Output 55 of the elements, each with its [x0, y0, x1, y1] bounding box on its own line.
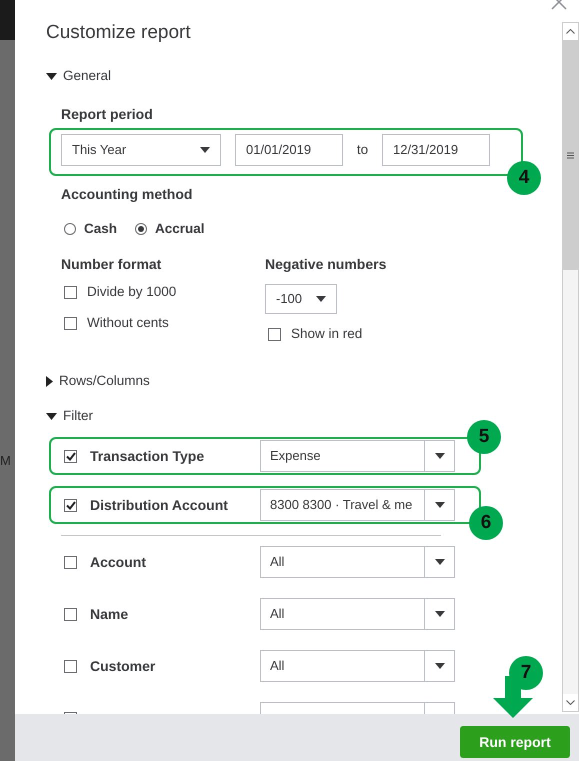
scroll-up-icon[interactable]	[566, 29, 575, 34]
filter-select[interactable]: Expense	[260, 440, 455, 472]
checkbox[interactable]	[64, 608, 77, 620]
filter-label: Transaction Type	[90, 446, 206, 466]
checkmark-icon	[66, 500, 76, 510]
caret-icon	[434, 611, 444, 617]
expanded-icon	[46, 412, 57, 420]
checkbox[interactable]	[268, 328, 281, 340]
radio-option[interactable]: Cash	[64, 219, 118, 239]
to-label: to	[356, 140, 370, 159]
filter-select[interactable]: All	[260, 598, 455, 630]
checkbox[interactable]	[64, 286, 77, 298]
caret-icon	[434, 453, 444, 459]
checkbox[interactable]	[64, 450, 77, 462]
checkbox[interactable]	[64, 316, 77, 330]
date-field[interactable]: 12/31/2019	[382, 134, 490, 166]
grip-icon	[567, 152, 574, 158]
date-field[interactable]: 01/01/2019	[235, 134, 343, 166]
caret-icon	[434, 663, 444, 669]
field-label: Negative numbers	[265, 255, 386, 274]
filter-label: Name	[90, 604, 130, 624]
checkbox[interactable]	[64, 660, 77, 672]
field-label: Number format	[61, 255, 162, 274]
dark-bar	[0, 0, 15, 40]
dialog-title: Customize report	[46, 21, 192, 45]
expanded-icon	[46, 72, 57, 80]
background-text: M	[0, 452, 12, 470]
caret-icon	[200, 147, 210, 153]
negative-select[interactable]: -100	[265, 284, 337, 314]
checkbox-option[interactable]: Without cents	[61, 313, 265, 333]
caret-icon	[434, 559, 444, 565]
filter-label: Distribution Account	[90, 496, 229, 514]
filter-select[interactable]: All	[260, 546, 455, 578]
caret-icon	[434, 502, 444, 508]
filter-select[interactable]: All	[260, 650, 455, 682]
period-select[interactable]: This Year	[61, 134, 221, 166]
filter-label: Customer	[90, 656, 156, 676]
filter-label: Account	[90, 552, 147, 572]
section-toggle[interactable]: Rows/Columns	[46, 371, 562, 391]
radio-option[interactable]: Accrual	[135, 219, 205, 239]
checkbox[interactable]	[64, 498, 77, 512]
field-label: Accounting method	[61, 185, 194, 204]
filter-select[interactable]: 8300 8300 · Travel & me	[260, 489, 455, 521]
scroll-down-icon[interactable]	[566, 700, 575, 705]
scrollbar[interactable]	[562, 22, 579, 712]
radio-button[interactable]	[64, 223, 76, 235]
field-label: Report period	[61, 105, 154, 124]
radio-button[interactable]	[135, 223, 148, 235]
checkbox-option[interactable]: Divide by 1000	[61, 282, 265, 302]
caret-icon	[316, 296, 326, 302]
collapsed-icon	[46, 376, 53, 386]
section-toggle[interactable]: General	[46, 66, 562, 86]
checkbox-option[interactable]: Show in red	[265, 324, 386, 344]
checkmark-icon	[66, 452, 76, 460]
checkbox[interactable]	[64, 556, 77, 568]
